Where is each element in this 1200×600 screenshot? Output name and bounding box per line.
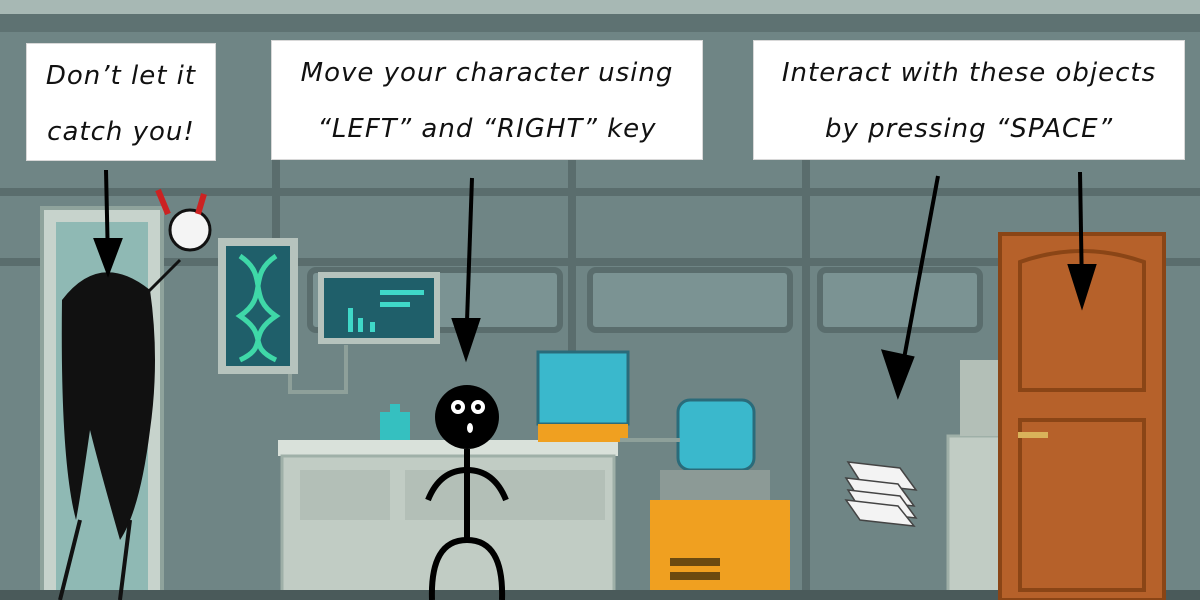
tooltip-move-line2: “LEFT” and “RIGHT” key <box>317 114 657 144</box>
lab-counter <box>278 440 618 600</box>
tooltip-catch: Don’t let it catch you! <box>26 43 216 161</box>
tooltip-interact: Interact with these objects by pressing … <box>753 40 1185 160</box>
tooltip-catch-line1: Don’t let it <box>45 61 197 91</box>
tooltip-catch-line2: catch you! <box>47 117 195 147</box>
tooltip-interact-line2: by pressing “SPACE” <box>824 114 1114 144</box>
tooltip-move-line1: Move your character using <box>300 58 674 88</box>
tooltip-interact-line1: Interact with these objects <box>781 58 1157 88</box>
dna-monitor-icon <box>218 238 298 374</box>
tooltip-move: Move your character using “LEFT” and “RI… <box>271 40 703 160</box>
data-monitor-icon <box>318 272 440 344</box>
game-scene: Don’t let it catch you! Move your charac… <box>0 0 1200 600</box>
tank-icon <box>536 350 630 442</box>
